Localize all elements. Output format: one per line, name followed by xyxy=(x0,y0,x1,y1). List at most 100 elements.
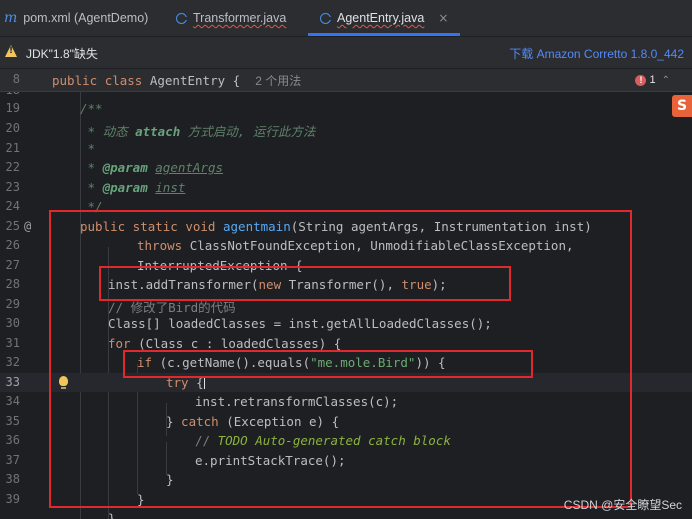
line-number: 30 xyxy=(5,316,20,330)
code-line: * @param inst xyxy=(80,180,186,195)
code-line: } xyxy=(137,492,145,507)
code-line: // TODO Auto-generated catch block xyxy=(195,433,451,448)
line-number: 25 xyxy=(5,219,20,233)
line-number: 32 xyxy=(5,355,20,369)
code-comment: // 修改了Bird的代码 xyxy=(108,300,236,315)
code-line: * 动态 attach 方式启动, 运行此方法 xyxy=(80,121,316,140)
todo-comment: TODO Auto-generated catch block xyxy=(217,433,451,448)
warning-icon xyxy=(5,45,17,57)
current-line-highlight xyxy=(0,373,692,392)
code-line: public class AgentEntry { 2 个用法 xyxy=(52,72,301,89)
javadoc-text: 方式启动, 运行此方法 xyxy=(180,124,316,139)
javadoc-star: * xyxy=(80,160,103,175)
code-line: throws ClassNotFoundException, Unmodifia… xyxy=(137,238,574,253)
line-number: 38 xyxy=(5,472,20,486)
line-number: 33 xyxy=(5,375,20,389)
text-caret xyxy=(203,376,205,389)
line-number: 21 xyxy=(5,141,20,155)
code-text: (Class c : loadedClasses) { xyxy=(138,336,342,351)
code-line: for (Class c : loadedClasses) { xyxy=(108,336,341,351)
javadoc-param-tag: @param xyxy=(102,160,148,175)
class-name: AgentEntry xyxy=(149,73,226,88)
plugin-s-icon[interactable]: S xyxy=(672,95,692,117)
code-line: * xyxy=(80,141,96,156)
line-number: 37 xyxy=(5,453,20,467)
code-line: inst.addTransformer(new Transformer(), t… xyxy=(108,277,447,292)
tab-transformer-java[interactable]: Transformer.java xyxy=(176,0,286,36)
lightbulb-icon[interactable] xyxy=(59,376,68,389)
code-editor[interactable]: 18 19 20 21 22 23 24 25 26 27 28 29 30 3… xyxy=(0,69,692,519)
code-text: ClassNotFoundException, UnmodifiableClas… xyxy=(189,238,574,253)
line-number: 22 xyxy=(5,160,20,174)
code-line: public static void agentmain(String agen… xyxy=(80,219,592,234)
keyword: for xyxy=(108,336,139,351)
tab-label: pom.xml (AgentDemo) xyxy=(23,11,149,25)
comment-slashes: // xyxy=(195,433,218,448)
keyword: public static void xyxy=(80,219,223,234)
javadoc-attach: attach xyxy=(135,124,181,139)
chevron-up-icon: ⌃ xyxy=(661,74,670,86)
tab-label: Transformer.java xyxy=(193,11,287,25)
keyword: catch xyxy=(173,414,227,429)
code-line: try { xyxy=(166,375,205,390)
line-number: 24 xyxy=(5,199,20,213)
code-line: InterruptedException { xyxy=(137,258,303,273)
line-number: 31 xyxy=(5,336,20,350)
keyword: if xyxy=(137,355,160,370)
keyword: true xyxy=(401,277,432,292)
keyword: throws xyxy=(137,238,190,253)
code-line: */ xyxy=(80,199,103,214)
javadoc-param-tag: @param xyxy=(102,180,148,195)
line-number: 29 xyxy=(5,297,20,311)
code-line: e.printStackTrace(); xyxy=(195,453,346,468)
code-line: } xyxy=(166,472,174,487)
indent-guide xyxy=(166,442,167,475)
keyword: new xyxy=(258,277,289,292)
line-number: 19 xyxy=(5,101,20,115)
usages-hint[interactable]: 2 个用法 xyxy=(255,74,301,88)
code-text: { xyxy=(287,258,303,273)
implements-gutter-icon[interactable]: @ xyxy=(24,219,31,233)
line-number: 20 xyxy=(5,121,20,135)
keyword: try xyxy=(166,375,197,390)
keyword: class xyxy=(104,73,143,88)
java-class-icon xyxy=(320,12,332,24)
code-text: (c.getName().equals( xyxy=(159,355,311,370)
inspection-widget[interactable]: ! 1 ⌃ xyxy=(635,74,670,86)
string-literal: "me.mole.Bird" xyxy=(310,355,416,370)
code-text: InterruptedException xyxy=(137,258,288,273)
line-number: 35 xyxy=(5,414,20,428)
java-class-icon xyxy=(176,12,188,24)
javadoc-text: 动态 xyxy=(102,124,136,139)
code-line: } xyxy=(108,511,116,519)
code-text: (Exception e) { xyxy=(226,414,340,429)
sticky-class-header[interactable]: 8 public class AgentEntry { 2 个用法 xyxy=(0,69,692,92)
maven-m-icon: m xyxy=(4,10,18,26)
line-number: 34 xyxy=(5,394,20,408)
tab-agententry-java[interactable]: AgentEntry.java × xyxy=(308,0,461,36)
line-number: 26 xyxy=(5,238,20,252)
code-text: { xyxy=(196,375,204,390)
error-count: 1 xyxy=(649,74,656,86)
banner-message: JDK"1.8"缺失 xyxy=(26,47,98,61)
code-line: /** xyxy=(80,101,103,116)
tab-pom-xml[interactable]: m pom.xml (AgentDemo) xyxy=(4,0,148,36)
line-number: 39 xyxy=(5,492,20,506)
close-icon[interactable]: × xyxy=(438,11,448,25)
download-jdk-link[interactable]: 下载 Amazon Corretto 1.8.0_442 xyxy=(509,45,684,62)
code-line: Class[] loadedClasses = inst.getAllLoade… xyxy=(108,316,492,331)
method-name: agentmain xyxy=(223,219,291,234)
watermark: CSDN @安全瞭望Sec xyxy=(563,498,682,512)
javadoc-star: * xyxy=(80,124,103,139)
line-number: 23 xyxy=(5,180,20,194)
editor-tab-bar: m pom.xml (AgentDemo) Transformer.java A… xyxy=(0,0,692,37)
code-text: (String agentArgs, Instrumentation inst) xyxy=(290,219,592,234)
javadoc-star: * xyxy=(80,180,103,195)
line-number: 8 xyxy=(12,72,20,86)
line-number: 27 xyxy=(5,258,20,272)
code-line: } catch (Exception e) { xyxy=(166,414,339,429)
jdk-missing-banner: JDK"1.8"缺失 下载 Amazon Corretto 1.8.0_442 xyxy=(0,37,692,69)
keyword: public xyxy=(52,73,98,88)
code-line: inst.retransformClasses(c); xyxy=(195,394,399,409)
code-line: if (c.getName().equals("me.mole.Bird")) … xyxy=(137,355,446,370)
